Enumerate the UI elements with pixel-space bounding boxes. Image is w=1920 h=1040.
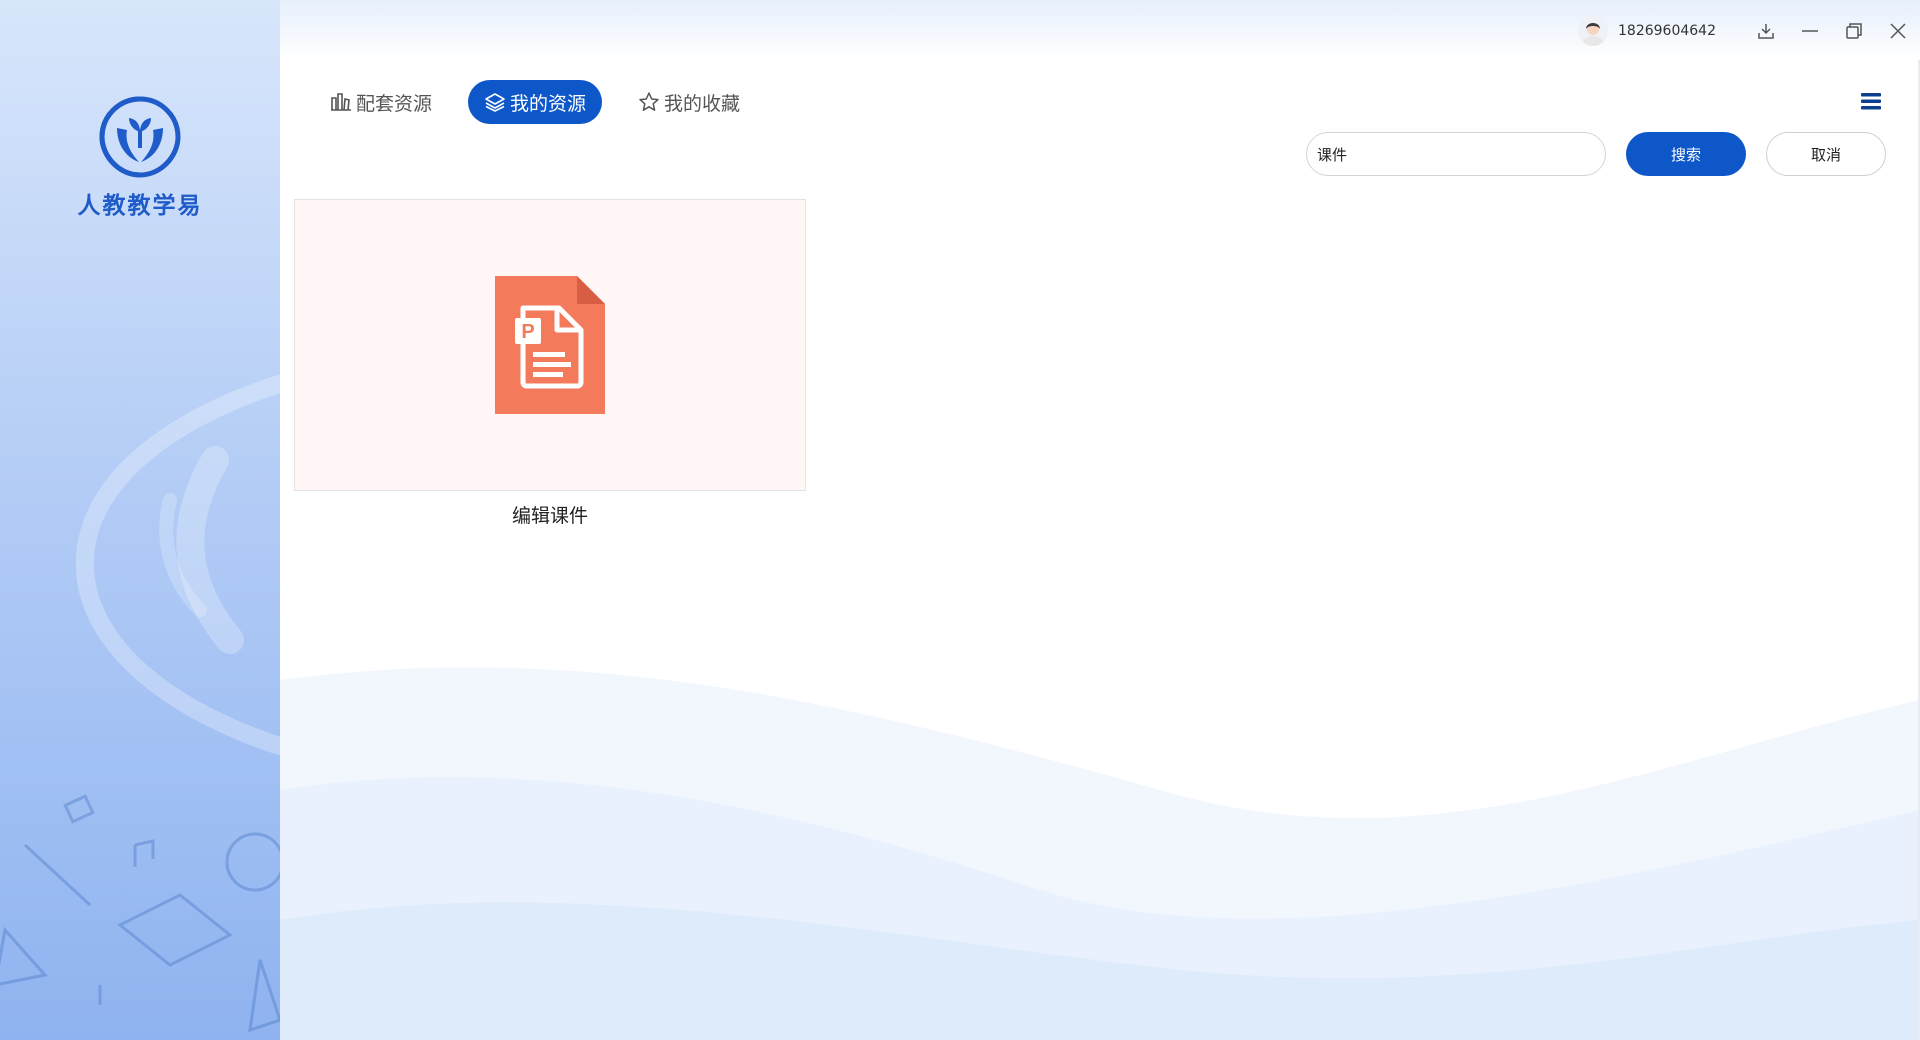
star-icon <box>639 92 659 111</box>
layers-icon <box>485 93 505 112</box>
menu-icon <box>1861 93 1881 110</box>
close-button[interactable] <box>1876 12 1920 50</box>
search-button[interactable]: 搜索 <box>1626 132 1746 176</box>
ppt-file-icon: P <box>495 276 605 414</box>
svg-text:P: P <box>521 321 534 343</box>
minimize-button[interactable] <box>1788 12 1832 50</box>
tab-matching-resources[interactable]: 配套资源 <box>314 80 448 124</box>
resource-thumbnail: P <box>294 199 806 491</box>
app-name: 人教教学易 <box>77 193 203 219</box>
resource-tabs: 配套资源 我的资源 我的收藏 <box>314 80 776 124</box>
main-panel: 18269604642 配套资源 我的资源 我的收藏 课件 搜索 取消 P 编辑… <box>280 0 1920 1040</box>
restore-icon <box>1846 23 1862 39</box>
title-bar: 18269604642 <box>1578 12 1920 50</box>
restore-button[interactable] <box>1832 12 1876 50</box>
tab-label: 我的收藏 <box>664 92 741 115</box>
books-icon <box>331 93 351 111</box>
tab-my-favorites[interactable]: 我的收藏 <box>622 80 756 124</box>
resource-card[interactable]: P 编辑课件 <box>294 199 806 528</box>
search-input[interactable] <box>1306 132 1606 176</box>
resource-title: 编辑课件 <box>511 505 588 527</box>
background-waves <box>280 667 1920 1040</box>
cancel-button[interactable]: 取消 <box>1766 132 1886 176</box>
avatar-icon <box>1578 16 1609 46</box>
logo-icon <box>99 96 181 178</box>
tab-label: 配套资源 <box>356 92 433 115</box>
tab-label: 我的资源 <box>510 92 587 115</box>
download-icon <box>1758 24 1774 39</box>
minimize-icon <box>1802 30 1818 32</box>
menu-button[interactable] <box>1858 88 1884 114</box>
download-button[interactable] <box>1744 12 1788 50</box>
avatar[interactable] <box>1578 16 1609 46</box>
app-logo: 人教教学易 <box>0 96 280 220</box>
user-phone: 18269604642 <box>1618 23 1716 39</box>
close-icon <box>1890 23 1906 39</box>
tab-my-resources[interactable]: 我的资源 <box>468 80 603 124</box>
sidebar: 人教教学易 <box>0 0 280 1040</box>
